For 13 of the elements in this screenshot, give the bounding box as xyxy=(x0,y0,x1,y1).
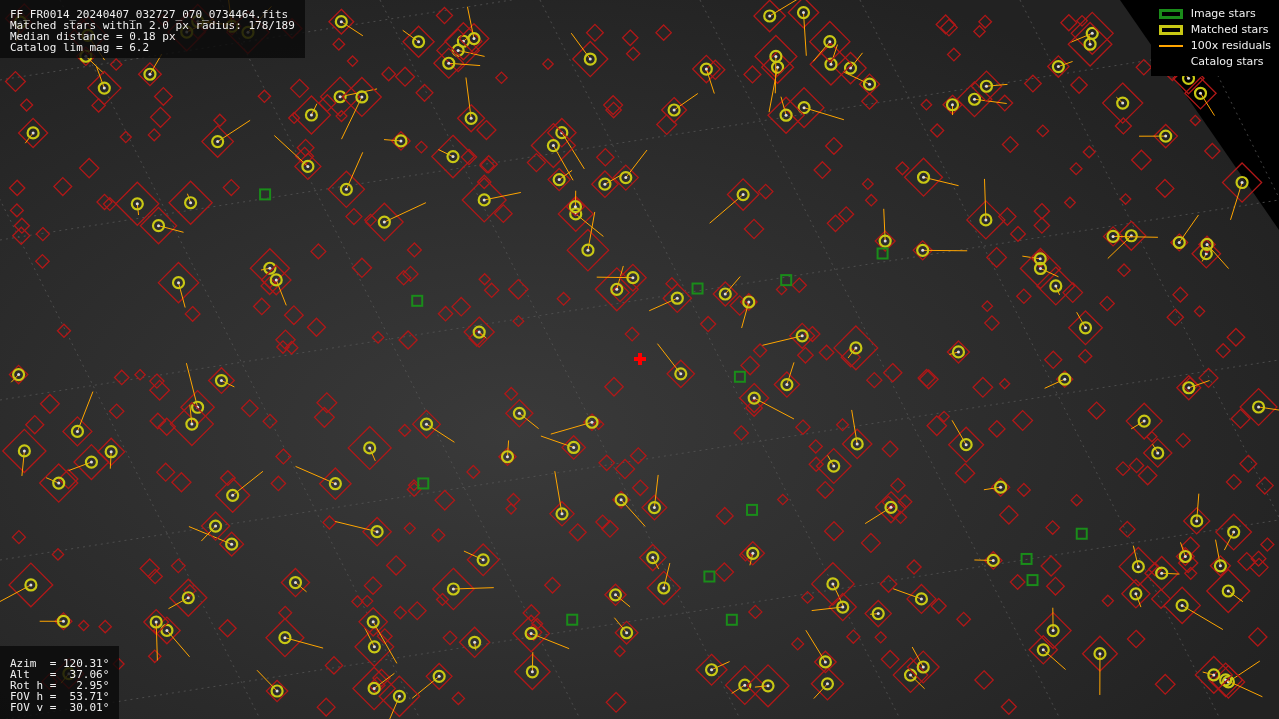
info-line: FF_FR0014_20240407_032727_070_0734464.fits xyxy=(10,9,289,20)
legend-label: Matched stars xyxy=(1190,21,1269,38)
legend-label: 100x residuals xyxy=(1190,37,1271,54)
info-line: Rot h = 2.95° xyxy=(10,680,110,691)
info-line: FOV h = 53.71° xyxy=(10,691,110,702)
info-line: Azim = 120.31° xyxy=(10,658,110,669)
info-line: Alt = 37.06° xyxy=(10,669,110,680)
info-line: FOV v = 30.01° xyxy=(10,702,110,713)
info-line: Matched stars within 2.0 px radius: 178/189 xyxy=(10,20,295,31)
legend-label: Image stars xyxy=(1190,5,1256,22)
info-line: Catalog lim mag = 6.2 xyxy=(10,42,150,53)
legend-label: Catalog stars xyxy=(1190,53,1264,70)
info-line: Median distance = 0.18 px xyxy=(10,31,176,42)
